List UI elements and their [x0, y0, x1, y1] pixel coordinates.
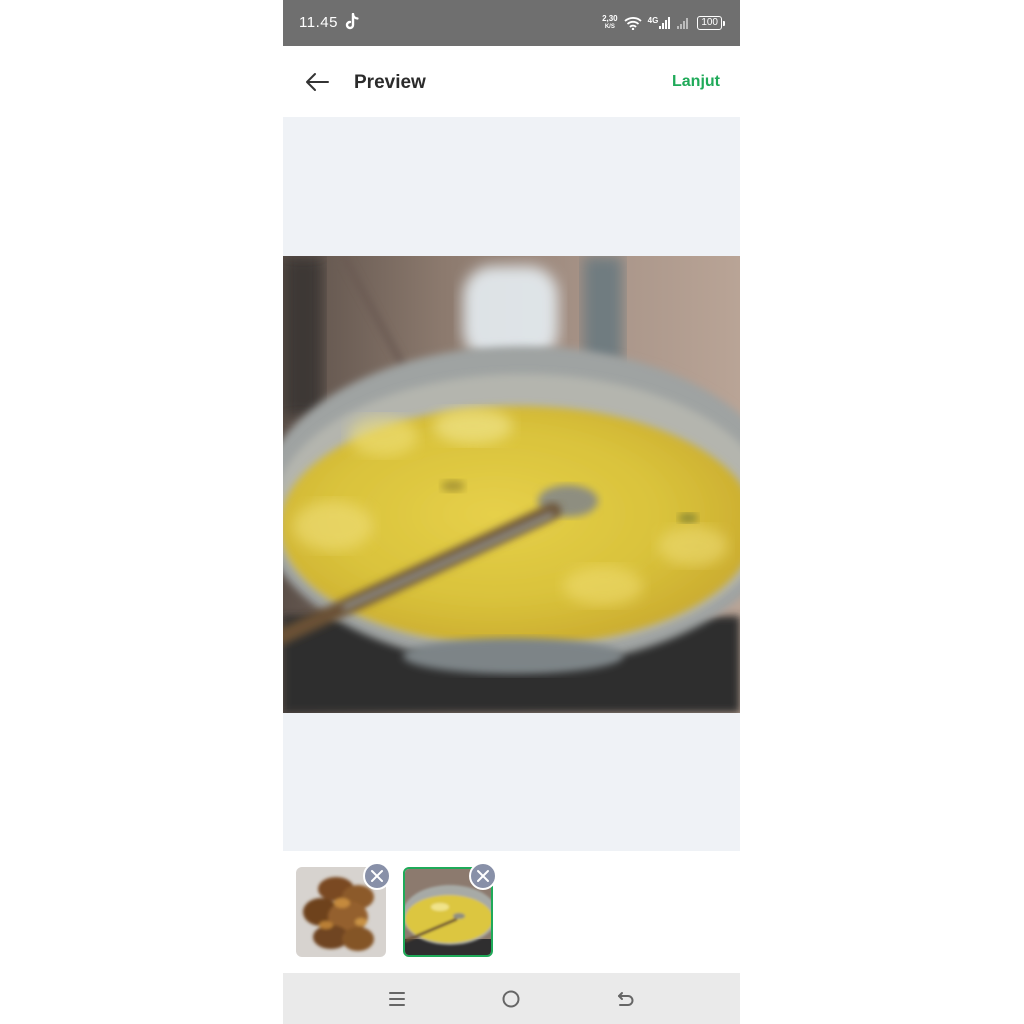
network-speed: 2,30 K/S [602, 15, 618, 31]
network-speed-unit: K/S [604, 24, 615, 30]
tiktok-icon [345, 13, 359, 30]
preview-area [283, 117, 740, 851]
network-speed-value: 2,30 [602, 14, 618, 23]
phone-screen: 11.45 2,30 K/S 4G 100 Preview Lanjut [283, 0, 740, 1024]
menu-icon [389, 992, 405, 1006]
wifi-icon [624, 17, 642, 30]
signal-icon [677, 18, 689, 29]
recent-apps-button[interactable] [381, 985, 413, 1013]
arrow-left-icon [306, 73, 329, 91]
home-button[interactable] [495, 985, 527, 1013]
curry-photo-image [283, 256, 740, 713]
remove-thumbnail-1-button[interactable] [363, 862, 391, 890]
close-icon [371, 870, 383, 882]
signal-bars-icon [659, 17, 671, 29]
page-title: Preview [354, 72, 426, 93]
home-icon [502, 990, 520, 1008]
back-button[interactable] [299, 66, 335, 98]
status-time: 11.45 [299, 14, 338, 31]
thumbnail-strip [283, 851, 740, 973]
status-bar: 11.45 2,30 K/S 4G 100 [283, 0, 740, 46]
status-indicators: 2,30 K/S 4G 100 [602, 12, 725, 34]
system-nav-bar [283, 973, 740, 1024]
app-bar: Preview Lanjut [283, 46, 740, 117]
system-back-button[interactable] [610, 985, 642, 1013]
preview-photo[interactable] [283, 256, 740, 713]
battery-icon: 100 [697, 16, 725, 30]
remove-thumbnail-2-button[interactable] [469, 862, 497, 890]
network-type: 4G [647, 16, 659, 25]
back-icon [618, 992, 634, 1006]
next-button[interactable]: Lanjut [672, 73, 720, 91]
signal-4g-icon: 4G [648, 17, 672, 29]
close-icon [477, 870, 489, 882]
